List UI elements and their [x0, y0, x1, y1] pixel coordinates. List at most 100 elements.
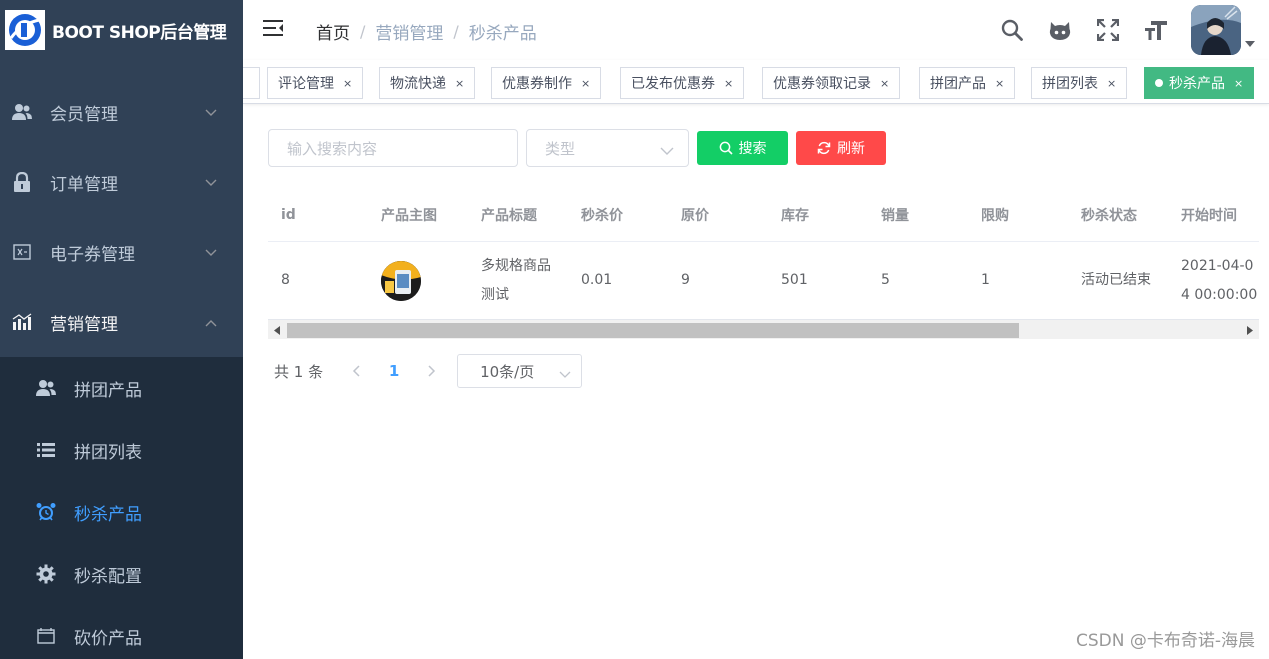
tag-label: 已发布优惠券	[631, 76, 715, 92]
tag-coupon-records[interactable]: 优惠券领取记录 ×	[762, 67, 901, 99]
scroll-left-icon[interactable]	[272, 324, 282, 336]
users-icon	[12, 102, 32, 122]
breadcrumb: 首页 / 营销管理 / 秒杀产品	[316, 19, 537, 44]
scrollbar-thumb[interactable]	[287, 323, 1019, 338]
avatar[interactable]	[1191, 5, 1241, 55]
menu-member[interactable]: 会员管理	[0, 77, 243, 147]
refresh-button[interactable]: 刷新	[796, 131, 886, 165]
type-placeholder: 类型	[545, 139, 576, 158]
chevron-right-icon[interactable]	[417, 365, 447, 377]
table-header: id 产品主图 产品标题 秒杀价 原价 库存 销量 限购 秒杀状态 开始时间	[268, 189, 1259, 242]
close-icon[interactable]: ×	[880, 77, 889, 90]
active-dot	[1155, 79, 1163, 87]
tag-comment-management[interactable]: 评论管理 ×	[267, 67, 364, 99]
menu-label: 会员管理	[50, 104, 118, 125]
alarm-clock-icon	[36, 502, 56, 522]
cell-id: 8	[281, 272, 290, 288]
menu-marketing[interactable]: 营销管理	[0, 287, 243, 357]
tag-label: 拼团产品	[930, 76, 986, 92]
chevron-down-icon	[205, 242, 217, 262]
close-icon[interactable]: ×	[455, 77, 464, 90]
cell-status: 活动已结束	[1081, 272, 1151, 288]
cell-limit: 1	[981, 272, 990, 288]
sidebar-item-seckill-config[interactable]: 秒杀配置	[0, 543, 243, 605]
close-icon[interactable]: ×	[995, 77, 1004, 90]
font-size-icon[interactable]	[1143, 17, 1169, 43]
logo-area[interactable]: BOOT SHOP后台管理	[0, 0, 243, 60]
breadcrumb-separator: /	[360, 22, 366, 41]
page-size-select[interactable]: 10条/页	[457, 354, 583, 388]
caret-down-icon[interactable]	[1245, 35, 1255, 51]
breadcrumb-current: 秒杀产品	[468, 24, 537, 44]
table-row[interactable]: 8 多规格商品测试 0.01 9 501 5 1 活动已结束 2021-04-0…	[268, 242, 1259, 319]
search-icon[interactable]	[999, 17, 1025, 43]
refresh-button-label: 刷新	[837, 141, 865, 157]
menu-order[interactable]: 订单管理	[0, 147, 243, 217]
chevron-down-icon	[559, 365, 571, 383]
tag-published-coupon[interactable]: 已发布优惠券 ×	[620, 67, 745, 99]
column-header[interactable]: 开始时间	[1168, 205, 1259, 225]
horizontal-scrollbar[interactable]	[268, 319, 1259, 339]
close-icon[interactable]: ×	[581, 77, 590, 90]
seckill-table: id 产品主图 产品标题 秒杀价 原价 库存 销量 限购 秒杀状态 开始时间 8…	[268, 189, 1259, 341]
close-icon[interactable]: ×	[1234, 77, 1243, 90]
column-header[interactable]: 销量	[868, 205, 968, 225]
sidebar-item-group-list[interactable]: 拼团列表	[0, 419, 243, 481]
tag-label: 拼团列表	[1042, 76, 1098, 92]
tag-partial[interactable]	[243, 67, 260, 99]
menu-label: 营销管理	[50, 314, 118, 335]
column-header[interactable]: 限购	[968, 205, 1068, 225]
users-icon	[36, 378, 56, 398]
pagination: 共 1 条 1 10条/页	[268, 354, 583, 388]
tag-group-products[interactable]: 拼团产品 ×	[919, 67, 1016, 99]
type-select[interactable]: 类型	[526, 129, 689, 167]
column-header[interactable]: id	[268, 207, 368, 223]
chevron-left-icon[interactable]	[341, 365, 371, 377]
tag-label: 优惠券制作	[502, 76, 572, 92]
menu-coupon[interactable]: 电子券管理	[0, 217, 243, 287]
column-header[interactable]: 秒杀价	[568, 205, 668, 225]
tags-view: 评论管理 × 物流快递 × 优惠券制作 × 已发布优惠券 × 优惠券领取记录 ×…	[243, 60, 1269, 104]
search-button-label: 搜索	[738, 141, 767, 157]
column-header[interactable]: 原价	[668, 205, 768, 225]
tag-group-list[interactable]: 拼团列表 ×	[1031, 67, 1128, 99]
close-icon[interactable]: ×	[343, 77, 352, 90]
sidebar-item-label: 拼团列表	[74, 442, 142, 463]
column-header[interactable]: 产品主图	[368, 205, 468, 225]
refresh-icon	[817, 141, 831, 155]
close-icon[interactable]: ×	[1107, 77, 1116, 90]
tag-label: 秒杀产品	[1169, 76, 1225, 92]
sidebar-item-group-products[interactable]: 拼团产品	[0, 357, 243, 419]
close-icon[interactable]: ×	[724, 77, 733, 90]
scroll-right-icon[interactable]	[1245, 324, 1255, 336]
column-header[interactable]: 库存	[768, 205, 868, 225]
tag-label: 优惠券领取记录	[773, 76, 871, 92]
breadcrumb-home[interactable]: 首页	[316, 19, 350, 44]
tag-logistics[interactable]: 物流快递 ×	[379, 67, 476, 99]
chevron-up-icon	[205, 312, 217, 332]
page-size-value: 10条/页	[480, 362, 535, 381]
search-placeholder: 输入搜索内容	[287, 139, 378, 158]
pagination-page[interactable]: 1	[374, 362, 414, 380]
sidebar-item-label: 秒杀配置	[74, 566, 142, 587]
tag-coupon-make[interactable]: 优惠券制作 ×	[491, 67, 602, 99]
chevron-down-icon	[205, 172, 217, 192]
list-icon	[36, 440, 56, 460]
tag-label: 评论管理	[278, 76, 334, 92]
sidebar-item-seckill-products[interactable]: 秒杀产品	[0, 481, 243, 543]
github-icon[interactable]	[1047, 17, 1073, 43]
sidebar-item-label: 砍价产品	[74, 628, 142, 649]
fullscreen-icon[interactable]	[1095, 17, 1121, 43]
product-thumbnail[interactable]	[381, 260, 421, 301]
cell-seckill-price: 0.01	[581, 272, 613, 288]
hamburger-menu-icon[interactable]	[263, 19, 287, 41]
brand-logo-icon	[5, 10, 45, 50]
column-header[interactable]: 秒杀状态	[1068, 205, 1168, 225]
search-input[interactable]: 输入搜索内容	[268, 129, 518, 167]
watermark: CSDN @卡布奇诺-海晨	[1075, 631, 1255, 651]
pagination-total: 共 1 条	[274, 362, 324, 381]
sidebar-item-bargain-products[interactable]: 砍价产品	[0, 605, 243, 659]
search-button[interactable]: 搜索	[697, 131, 788, 165]
column-header[interactable]: 产品标题	[468, 205, 568, 225]
tag-seckill-products[interactable]: 秒杀产品 ×	[1144, 67, 1255, 99]
